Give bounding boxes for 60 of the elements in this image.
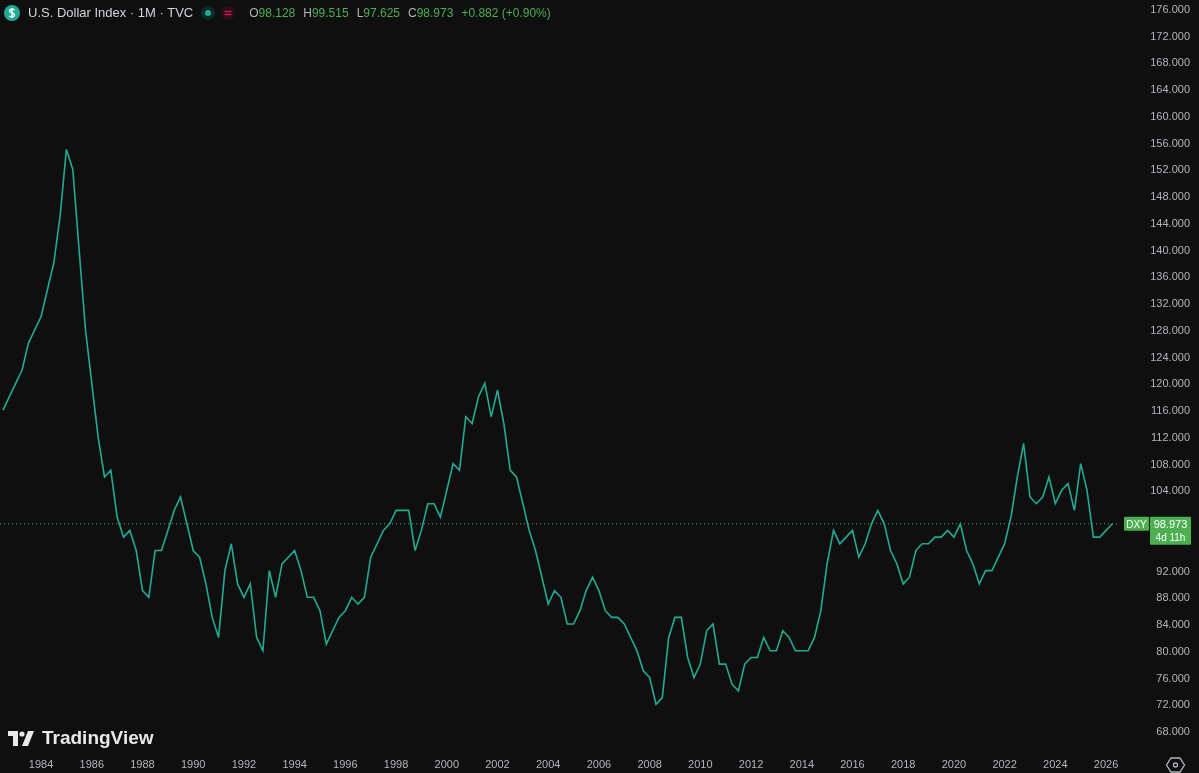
axis-label: 108.000 (1150, 457, 1190, 470)
axis-label: 1990 (180, 758, 206, 770)
axis-label: 2016 (840, 758, 865, 770)
axis-label: 84.000 (1156, 618, 1190, 631)
axis-label: 1998 (383, 758, 409, 770)
axis-label: 164.000 (1150, 83, 1190, 96)
ohlc-value: L97.625 (356, 4, 400, 22)
axis-label: 1992 (231, 758, 257, 770)
axis-label: 2024 (1043, 758, 1068, 770)
axis-label: 72.000 (1156, 698, 1190, 711)
axis-label: 2026 (1093, 758, 1119, 770)
axis-label: 2018 (890, 758, 916, 770)
axis-label: 68.000 (1156, 725, 1190, 737)
axis-label: 1988 (130, 758, 155, 770)
axis-label: 152.000 (1150, 163, 1190, 176)
axis-label: 1996 (333, 758, 358, 770)
axis-label: 112.000 (1151, 430, 1190, 443)
axis-label: 2010 (688, 758, 713, 770)
axis-label: 2006 (586, 758, 612, 770)
axis-label: 1986 (79, 758, 105, 770)
axis-label: 104.000 (1150, 484, 1190, 497)
axis-label: 2014 (789, 758, 814, 770)
logo-icon (8, 730, 34, 746)
ohlc-value: C98.973 (408, 4, 454, 22)
dollar-icon (4, 4, 20, 21)
axis-label: 2004 (535, 758, 561, 770)
axis-label: 120.000 (1150, 377, 1190, 390)
axis-label: 168.000 (1150, 56, 1190, 69)
axis-label: 1994 (282, 758, 307, 770)
logo-text: TradingView (42, 726, 154, 750)
axis-label: 2022 (992, 758, 1017, 770)
axis-label: 2020 (941, 758, 967, 770)
axis-label: 124.000 (1150, 350, 1190, 363)
axis-label: 76.000 (1156, 671, 1190, 684)
symbol-tag: DXY (1124, 516, 1149, 531)
price-change: +0.882 (+0.90%) (461, 4, 551, 22)
axis-label: 136.000 (1150, 270, 1190, 283)
axis-label: 140.000 (1150, 243, 1190, 256)
axis-label: 132.000 (1150, 297, 1190, 310)
price-tag: 98.973 4d 11h (1150, 516, 1191, 545)
axis-label: 128.000 (1150, 323, 1190, 336)
axis-label: 144.000 (1150, 216, 1190, 229)
axis-label: 1984 (28, 758, 54, 770)
axis-label: 92.000 (1156, 564, 1190, 577)
axis-label: 2000 (434, 758, 460, 770)
axis-label: 156.000 (1150, 136, 1190, 149)
axis-label: 88.000 (1156, 591, 1190, 604)
axis-label: 148.000 (1150, 190, 1190, 203)
axis-label: 80.000 (1156, 644, 1190, 657)
axis-label: 116.000 (1151, 404, 1190, 417)
symbol-title: U.S. Dollar Index · 1M · TVC (28, 4, 194, 22)
axis-label: 2008 (637, 758, 662, 770)
axis-label: 2012 (738, 758, 764, 770)
settings-icon[interactable] (1165, 757, 1186, 773)
axis-label: 172.000 (1150, 29, 1190, 42)
ohlc-value: O98.128 (249, 4, 296, 22)
axis-label: 176.000 (1150, 3, 1190, 15)
ohlc-value: H99.515 (303, 4, 349, 22)
axis-label: 2002 (485, 758, 510, 770)
axis-label: 160.000 (1150, 109, 1190, 122)
